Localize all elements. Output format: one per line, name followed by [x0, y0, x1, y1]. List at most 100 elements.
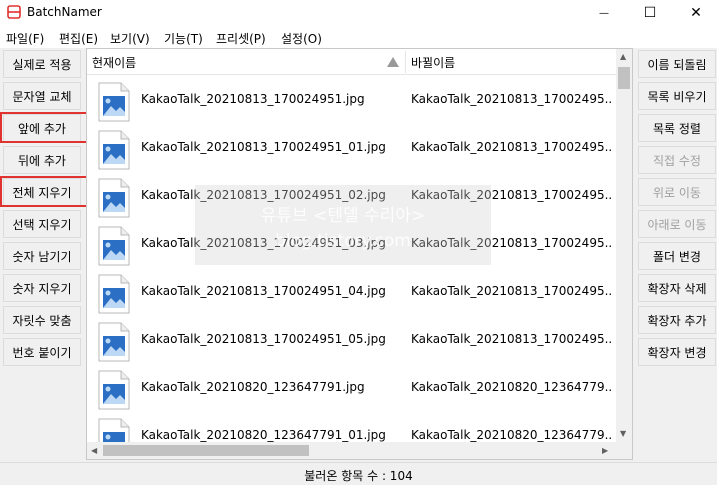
sort-ascending-icon — [387, 57, 399, 67]
move-down-button-label: 아래로 이동 — [647, 217, 707, 232]
change-folder-button[interactable]: 폴더 변경 — [638, 242, 716, 270]
list-header: 현재이름 바뀔이름 — [87, 49, 632, 75]
scroll-right-icon[interactable]: ▶ — [602, 446, 608, 455]
title-bar: BatchNamer — ☐ ✕ — [0, 0, 717, 26]
watermark-overlay: 유튜브 <텐델 수리아> blog.tistory.com — [195, 185, 491, 265]
replace-string-button[interactable]: 문자열 교체 — [3, 82, 81, 110]
add-numbering-button-label: 번호 붙이기 — [12, 345, 72, 360]
image-file-icon — [98, 82, 130, 122]
clear-list-button[interactable]: 목록 비우기 — [638, 82, 716, 110]
move-up-button-label: 위로 이동 — [653, 185, 701, 200]
horizontal-scrollbar[interactable]: ◀ ▶ — [87, 442, 616, 459]
scrollbar-corner — [616, 442, 632, 459]
replace-string-button-label: 문자열 교체 — [12, 89, 72, 104]
scroll-left-icon[interactable]: ◀ — [91, 446, 97, 455]
apply-button-label: 실제로 적용 — [12, 57, 72, 72]
menu-edit[interactable]: 편집(E) — [59, 30, 98, 47]
list-row[interactable]: KakaoTalk_20210813_170024951.jpg KakaoTa… — [87, 75, 615, 123]
change-folder-button-label: 폴더 변경 — [653, 249, 701, 264]
image-file-icon — [98, 274, 130, 314]
append-button-label: 뒤에 추가 — [18, 153, 66, 168]
prepend-button[interactable]: 앞에 추가 — [3, 114, 81, 142]
image-file-icon — [98, 322, 130, 362]
column-new-name[interactable]: 바뀔이름 — [411, 54, 455, 71]
new-name-cell: KakaoTalk_20210813_17002495... — [411, 332, 611, 346]
list-row[interactable]: KakaoTalk_20210820_123647791.jpg KakaoTa… — [87, 363, 615, 411]
pad-digits-button[interactable]: 자릿수 맞춤 — [3, 306, 81, 334]
batchnamer-app-icon — [7, 5, 21, 19]
keep-numbers-button-label: 숫자 남기기 — [12, 249, 72, 264]
vertical-scroll-thumb[interactable] — [618, 67, 630, 89]
list-row[interactable]: KakaoTalk_20210813_170024951_05.jpg Kaka… — [87, 315, 615, 363]
close-button[interactable]: ✕ — [673, 0, 717, 26]
maximize-button[interactable]: ☐ — [627, 0, 673, 26]
horizontal-scroll-thumb[interactable] — [103, 445, 309, 456]
current-name-cell: KakaoTalk_20210813_170024951_04.jpg — [141, 284, 386, 298]
prepend-button-label: 앞에 추가 — [18, 121, 66, 136]
column-divider[interactable] — [405, 51, 406, 73]
delete-extension-button[interactable]: 확장자 삭제 — [638, 274, 716, 302]
minimize-button[interactable]: — — [581, 0, 627, 26]
minimize-icon: — — [599, 7, 609, 19]
list-row[interactable]: KakaoTalk_20210813_170024951_01.jpg Kaka… — [87, 123, 615, 171]
menu-tools[interactable]: 기능(T) — [164, 30, 203, 47]
list-row[interactable]: KakaoTalk_20210813_170024951_04.jpg Kaka… — [87, 267, 615, 315]
current-name-cell: KakaoTalk_20210813_170024951_01.jpg — [141, 140, 386, 154]
watermark-line-2: blog.tistory.com — [275, 231, 411, 251]
list-row[interactable]: KakaoTalk_20210820_123647791_01.jpg Kaka… — [87, 411, 615, 442]
current-name-cell: KakaoTalk_20210820_123647791.jpg — [141, 380, 365, 394]
menu-settings[interactable]: 설정(O) — [281, 30, 322, 47]
delete-extension-button-label: 확장자 삭제 — [647, 281, 707, 296]
vertical-scrollbar[interactable]: ▲ ▼ — [616, 49, 632, 442]
image-file-icon — [98, 226, 130, 266]
maximize-icon: ☐ — [643, 5, 657, 21]
menu-view[interactable]: 보기(V) — [110, 30, 150, 47]
new-name-cell: KakaoTalk_20210813_17002495... — [411, 284, 611, 298]
clear-all-button[interactable]: 전체 지우기 — [3, 178, 81, 206]
image-file-icon — [98, 130, 130, 170]
scroll-up-icon[interactable]: ▲ — [620, 52, 626, 61]
current-name-cell: KakaoTalk_20210813_170024951_05.jpg — [141, 332, 386, 346]
image-file-icon — [98, 178, 130, 218]
clear-all-button-label: 전체 지우기 — [12, 185, 72, 200]
new-name-cell: KakaoTalk_20210820_12364779... — [411, 380, 611, 394]
image-file-icon — [98, 418, 130, 442]
remove-numbers-button-label: 숫자 지우기 — [12, 281, 72, 296]
clear-selection-button-label: 선택 지우기 — [12, 217, 72, 232]
change-extension-button[interactable]: 확장자 변경 — [638, 338, 716, 366]
edit-directly-button-label: 직접 수정 — [653, 153, 701, 168]
clear-list-button-label: 목록 비우기 — [647, 89, 707, 104]
status-bar: 불러온 항목 수 : 104 — [0, 462, 717, 485]
scroll-down-icon[interactable]: ▼ — [620, 429, 626, 438]
menu-file[interactable]: 파일(F) — [6, 30, 44, 47]
loaded-items-count: 불러온 항목 수 : 104 — [304, 469, 413, 483]
move-down-button[interactable]: 아래로 이동 — [638, 210, 716, 238]
watermark-line-1: 유튜브 <텐델 수리아> — [260, 206, 426, 226]
new-name-cell: KakaoTalk_20210813_17002495... — [411, 140, 611, 154]
current-name-cell: KakaoTalk_20210813_170024951.jpg — [141, 92, 365, 106]
add-extension-button[interactable]: 확장자 추가 — [638, 306, 716, 334]
clear-selection-button[interactable]: 선택 지우기 — [3, 210, 81, 238]
edit-directly-button[interactable]: 직접 수정 — [638, 146, 716, 174]
sort-list-button[interactable]: 목록 정렬 — [638, 114, 716, 142]
pad-digits-button-label: 자릿수 맞춤 — [12, 313, 72, 328]
move-up-button[interactable]: 위로 이동 — [638, 178, 716, 206]
change-extension-button-label: 확장자 변경 — [647, 345, 707, 360]
add-extension-button-label: 확장자 추가 — [647, 313, 707, 328]
new-name-cell: KakaoTalk_20210820_12364779... — [411, 428, 611, 442]
menu-bar: 파일(F) 편집(E) 보기(V) 기능(T) 프리셋(P) 설정(O) — [0, 26, 717, 48]
image-file-icon — [98, 370, 130, 410]
undo-rename-button[interactable]: 이름 되돌림 — [638, 50, 716, 78]
add-numbering-button[interactable]: 번호 붙이기 — [3, 338, 81, 366]
remove-numbers-button[interactable]: 숫자 지우기 — [3, 274, 81, 302]
undo-rename-button-label: 이름 되돌림 — [647, 57, 707, 72]
close-icon: ✕ — [690, 5, 702, 21]
sort-list-button-label: 목록 정렬 — [653, 121, 701, 136]
column-current-name[interactable]: 현재이름 — [92, 54, 136, 71]
apply-button[interactable]: 실제로 적용 — [3, 50, 81, 78]
new-name-cell: KakaoTalk_20210813_17002495... — [411, 92, 611, 106]
append-button[interactable]: 뒤에 추가 — [3, 146, 81, 174]
menu-presets[interactable]: 프리셋(P) — [216, 30, 266, 47]
keep-numbers-button[interactable]: 숫자 남기기 — [3, 242, 81, 270]
current-name-cell: KakaoTalk_20210820_123647791_01.jpg — [141, 428, 386, 442]
